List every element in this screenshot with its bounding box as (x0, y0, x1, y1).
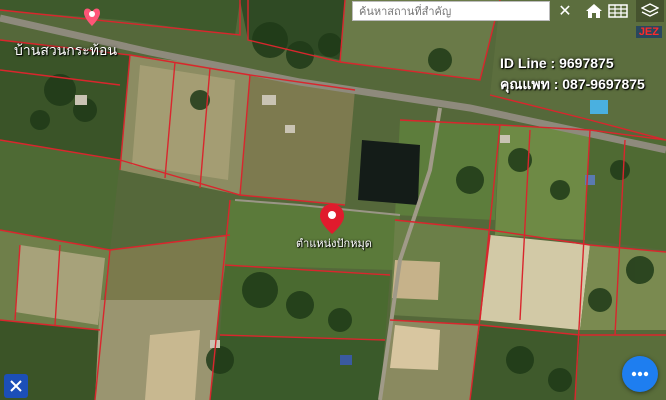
grid-button[interactable] (606, 0, 630, 22)
home-icon (586, 4, 602, 18)
grid-icon (608, 4, 628, 18)
search-input[interactable] (357, 3, 549, 19)
close-icon[interactable]: ✕ (554, 0, 576, 22)
measure-tool-button[interactable] (4, 374, 28, 398)
search-box[interactable] (352, 1, 550, 21)
ruler-icon (10, 380, 22, 392)
line-id-text: ID Line : 9697875 (500, 55, 614, 71)
layers-button[interactable] (636, 0, 664, 22)
pin-label: ตำแหน่งปักหมุด (296, 237, 372, 250)
more-icon (631, 371, 649, 377)
more-options-button[interactable] (622, 356, 658, 392)
place-label: บ้านสวนกระท้อน (14, 43, 118, 59)
home-button[interactable] (582, 0, 606, 22)
brand-logo: JEZ (635, 26, 662, 38)
phone-text: คุณแพท : 087-9697875 (500, 76, 645, 92)
layers-icon (641, 3, 659, 17)
